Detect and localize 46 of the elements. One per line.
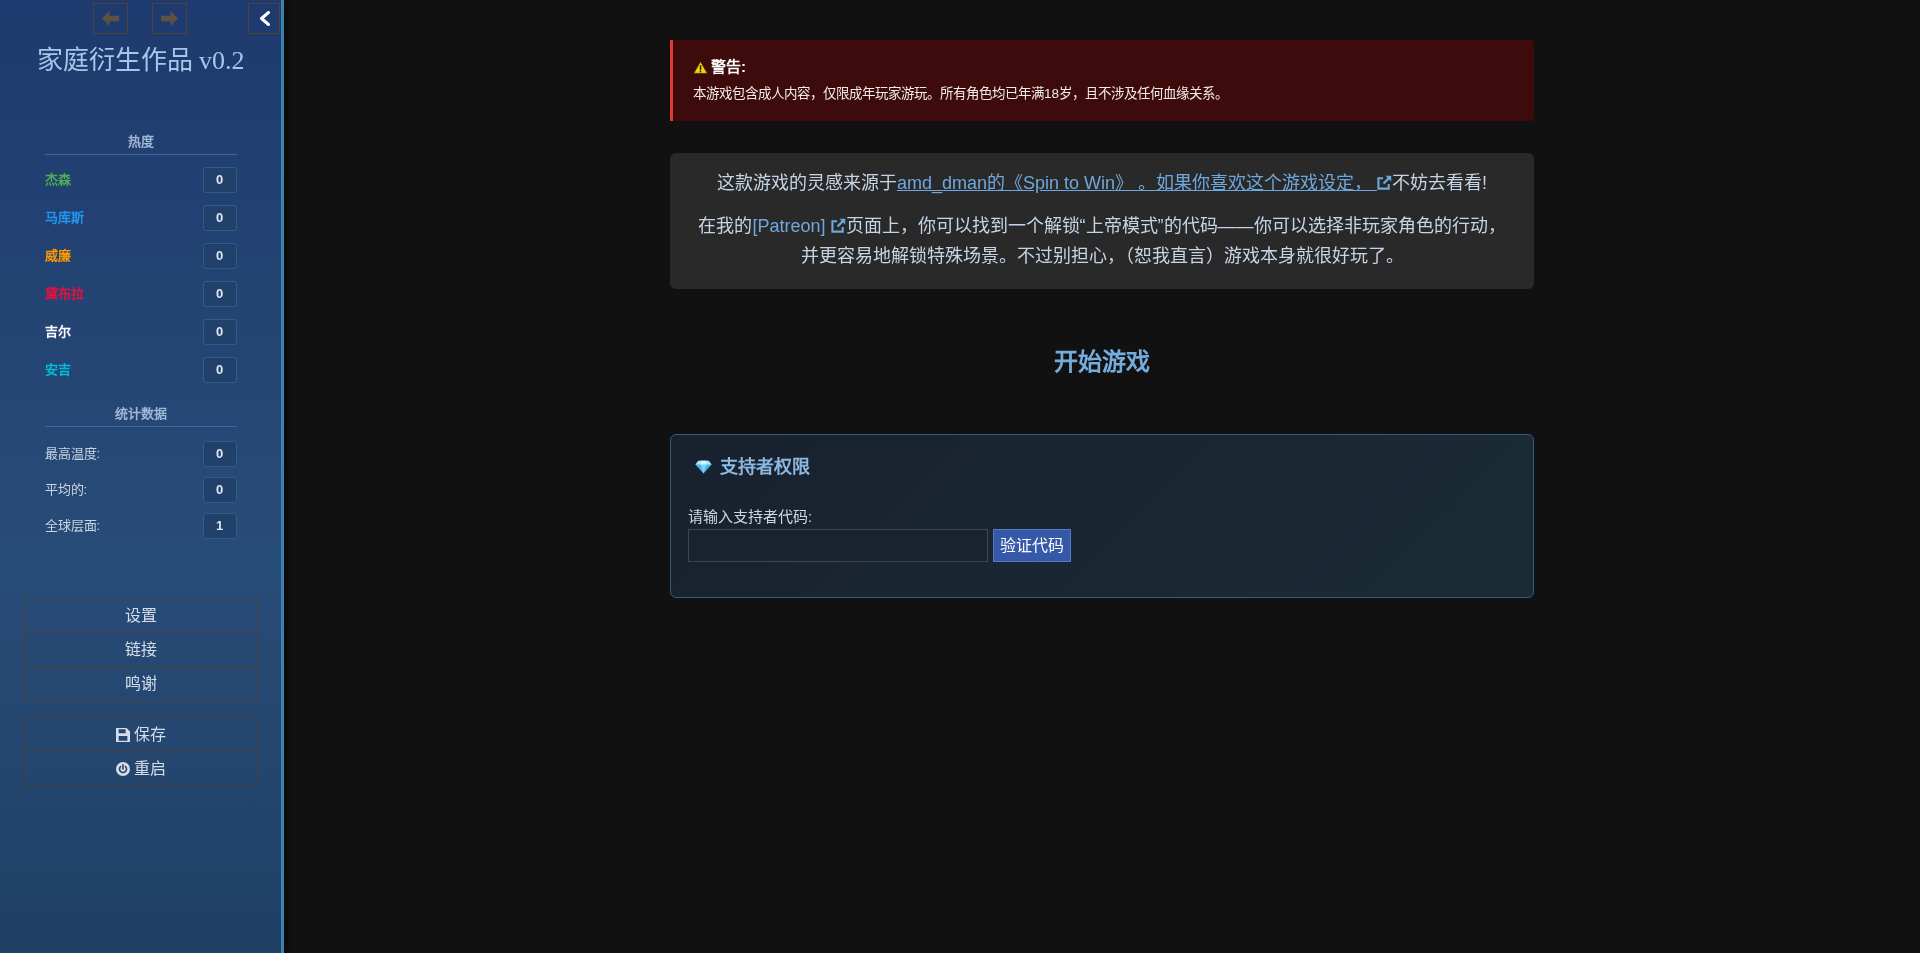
- warning-title: 警告:: [711, 57, 746, 77]
- collapse-sidebar-button[interactable]: [248, 3, 280, 34]
- section-heading: 热度: [44, 133, 237, 155]
- game-title: 家庭衍生作品 v0.2: [35, 45, 246, 77]
- character-name: 吉尔: [44, 323, 71, 342]
- warning-text: 本游戏包含成人内容，仅限成年玩家游玩。所有角色均已年满18岁，且不涉及任何血缘关系。: [693, 85, 1230, 103]
- character-name: 威廉: [44, 247, 71, 266]
- power-icon: [115, 761, 130, 776]
- arrow-left-icon: [102, 10, 119, 27]
- supporter-title: 支持者权限: [720, 456, 810, 479]
- verify-code-button[interactable]: 验证代码: [993, 529, 1071, 562]
- warning-icon: [693, 60, 708, 74]
- stat-value: 0: [202, 441, 237, 467]
- code-input-field[interactable]: [688, 529, 988, 562]
- heat-value: 0: [202, 205, 237, 231]
- diamond-icon: [695, 460, 712, 474]
- menu-button[interactable]: 链接: [24, 632, 257, 667]
- character-name: 马库斯: [44, 209, 84, 228]
- character-name: 安吉: [44, 361, 71, 380]
- patreon-link[interactable]: [Patreon]: [752, 216, 846, 236]
- character-name: 黛布拉: [44, 285, 84, 304]
- heat-value: 0: [202, 281, 237, 307]
- stat-label: 全球层面:: [44, 517, 101, 536]
- stat-value: 0: [202, 477, 237, 503]
- inspiration-text: 这款游戏的灵感来源于amd_dman的《Spin to Win》 。如果你喜欢这个游戏设定， 不妨去看看!: [715, 172, 1489, 196]
- menu-button[interactable]: 设置: [24, 598, 257, 633]
- section-heading: 统计数据: [44, 405, 237, 427]
- stat-label: 最高温度:: [44, 445, 101, 464]
- external-link-icon: [1377, 175, 1393, 190]
- chevron-left-icon: [258, 11, 270, 26]
- heat-value: 0: [202, 243, 237, 269]
- character-name: 杰森: [44, 171, 71, 190]
- save-button[interactable]: 保存: [24, 717, 257, 752]
- start-game-button[interactable]: 开始游戏: [1054, 346, 1150, 378]
- heat-value: 0: [202, 319, 237, 345]
- arrow-right-icon: [161, 10, 178, 27]
- stat-value: 1: [202, 513, 237, 539]
- heat-value: 0: [202, 167, 237, 193]
- source-game-link[interactable]: amd_dman的《Spin to Win》 。如果你喜欢这个游戏设定，: [896, 173, 1393, 193]
- code-label: 请输入支持者代码:: [688, 507, 814, 527]
- inspiration-text: 在我的[Patreon] 页面上，你可以找到一个解锁“上帝模式”的代码——你可以选择非玩家角色的行动，并更容易地解锁特殊场景。不过别担心，（恕我直言）游戏本身就很好玩了。: [697, 215, 1507, 268]
- menu-button[interactable]: 鸣谢: [24, 666, 257, 701]
- external-link-icon: [830, 218, 846, 233]
- heat-value: 0: [202, 357, 237, 383]
- restart-button[interactable]: 重启: [24, 751, 257, 786]
- stat-label: 平均的:: [44, 481, 88, 500]
